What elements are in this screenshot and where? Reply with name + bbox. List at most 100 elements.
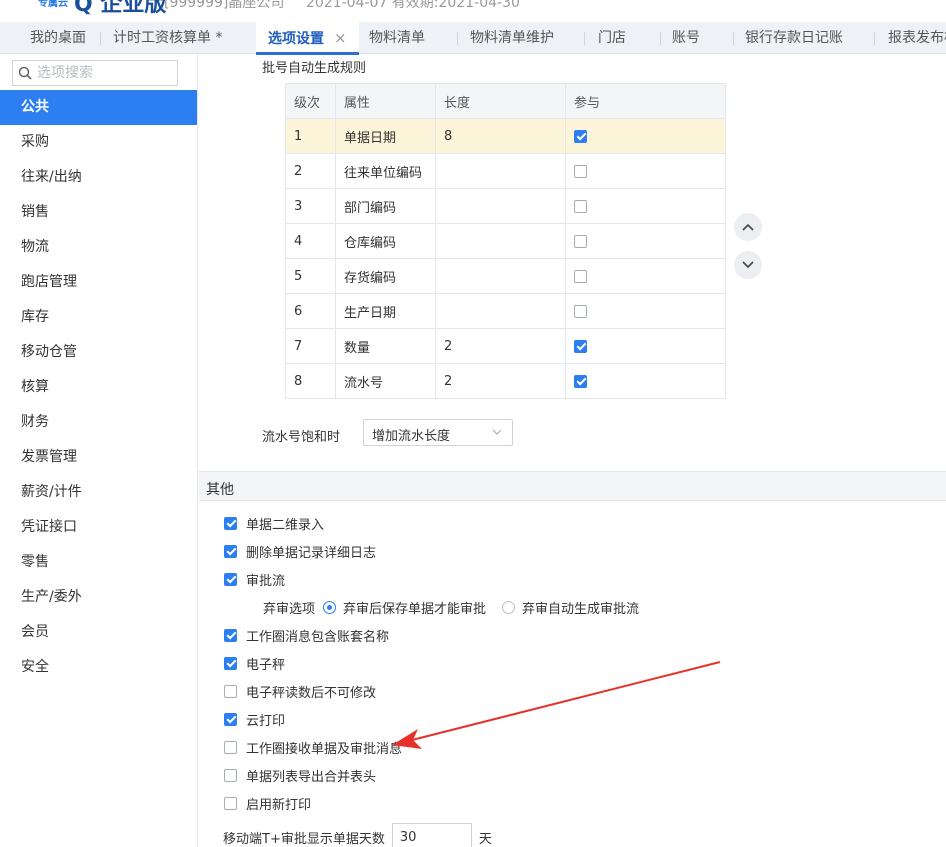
saturation-select[interactable]: 增加流水长度 [363, 419, 513, 446]
attr-cell: 部门编码 [335, 188, 436, 224]
org-name: [999999]晶座公司 [164, 0, 285, 11]
option-cloud-print[interactable]: 云打印 [224, 710, 286, 729]
option-scale-readonly[interactable]: 电子秤读数后不可修改 [224, 682, 376, 701]
mobile-days-row: 移动端T+审批显示单据天数 天 [223, 823, 492, 847]
attr-cell: 流水号 [335, 363, 436, 399]
checkbox[interactable] [224, 628, 237, 642]
checkbox[interactable] [224, 796, 237, 810]
tab-bom[interactable]: 物料清单 [369, 22, 425, 54]
table-row[interactable]: 5 存货编码 [285, 258, 726, 294]
option-label: 云打印 [246, 713, 286, 729]
checkbox[interactable] [224, 656, 237, 670]
sidebar-item-member[interactable]: 会员 [0, 615, 197, 650]
move-up-button[interactable] [734, 213, 762, 241]
sidebar-item-logistics[interactable]: 物流 [0, 230, 197, 265]
participate-checkbox[interactable] [574, 129, 587, 143]
unapprove-radio-2[interactable] [502, 600, 516, 614]
option-include-account-name[interactable]: 工作圈消息包含账套名称 [224, 626, 389, 645]
sidebar: 公共 采购 往来/出纳 销售 物流 跑店管理 库存 移动仓管 核算 财务 发票管… [0, 55, 198, 847]
mobile-days-input[interactable] [391, 823, 472, 847]
length-cell[interactable] [435, 223, 566, 259]
chevron-down-icon [492, 429, 502, 435]
length-cell[interactable] [435, 153, 566, 189]
attr-cell: 生产日期 [335, 293, 436, 329]
close-icon[interactable]: × [334, 29, 347, 47]
option-label: 启用新打印 [246, 797, 312, 813]
length-cell[interactable]: 2 [435, 363, 566, 399]
table-row[interactable]: 6 生产日期 [285, 293, 726, 329]
participate-checkbox[interactable] [574, 199, 587, 213]
tab-hourly-wage[interactable]: 计时工资核算单 * [113, 22, 222, 54]
sidebar-item-voucher[interactable]: 凭证接口 [0, 510, 197, 545]
sidebar-item-purchase[interactable]: 采购 [0, 125, 197, 160]
sidebar-item-mobile-warehouse[interactable]: 移动仓管 [0, 335, 197, 370]
option-scale[interactable]: 电子秤 [224, 654, 286, 673]
option-workcircle-messages[interactable]: 工作圈接收单据及审批消息 [224, 738, 402, 757]
option-delete-log[interactable]: 删除单据记录详细日志 [224, 542, 376, 561]
unapprove-radio-1[interactable] [323, 600, 337, 614]
checkbox[interactable] [224, 712, 237, 726]
length-cell[interactable] [435, 293, 566, 329]
search-input[interactable] [37, 63, 173, 83]
length-cell[interactable]: 2 [435, 328, 566, 364]
length-cell[interactable] [435, 188, 566, 224]
length-cell[interactable] [435, 258, 566, 294]
tab-bom-maintenance[interactable]: 物料清单维护 [470, 22, 554, 54]
participate-checkbox[interactable] [574, 234, 587, 248]
attr-cell: 数量 [335, 328, 436, 364]
sidebar-menu: 公共 采购 往来/出纳 销售 物流 跑店管理 库存 移动仓管 核算 财务 发票管… [0, 90, 197, 685]
sidebar-item-security[interactable]: 安全 [0, 650, 197, 685]
checkbox[interactable] [224, 516, 237, 530]
option-merge-header[interactable]: 单据列表导出合并表头 [224, 766, 377, 785]
tab-report-publish[interactable]: 报表发布构 [888, 22, 946, 54]
unapprove-option-2[interactable]: 弃审自动生成审批流 [522, 598, 639, 617]
option-label: 单据二维录入 [246, 517, 325, 533]
table-row[interactable]: 1 单据日期 8 [285, 118, 726, 154]
participate-checkbox[interactable] [574, 339, 587, 353]
option-new-print[interactable]: 启用新打印 [224, 794, 312, 813]
sidebar-item-inventory[interactable]: 库存 [0, 300, 197, 335]
move-down-button[interactable] [734, 251, 762, 279]
level-cell: 7 [285, 328, 336, 364]
participate-checkbox[interactable] [574, 269, 587, 283]
tab-bank-journal[interactable]: 银行存款日记账 [745, 22, 843, 54]
tab-desktop[interactable]: 我的桌面 [30, 22, 86, 54]
sidebar-item-sales[interactable]: 销售 [0, 195, 197, 230]
participate-checkbox[interactable] [574, 164, 587, 178]
tab-store[interactable]: 门店 [598, 22, 626, 54]
participate-checkbox[interactable] [574, 374, 587, 388]
tab-options[interactable]: 选项设置 × [256, 22, 359, 55]
search-box[interactable] [12, 60, 178, 86]
checkbox[interactable] [224, 684, 237, 698]
option-label: 电子秤 [246, 657, 286, 673]
logo-subtitle: 专属云 [38, 0, 68, 9]
option-approval-flow[interactable]: 审批流 [224, 570, 285, 589]
unapprove-option-1[interactable]: 弃审后保存单据才能审批 [343, 598, 486, 617]
tab-account[interactable]: 账号 [672, 22, 700, 54]
table-row[interactable]: 4 仓库编码 [285, 223, 726, 259]
column-header: 参与 [565, 83, 726, 119]
option-2d-entry[interactable]: 单据二维录入 [224, 514, 325, 533]
sidebar-item-field-sales[interactable]: 跑店管理 [0, 265, 197, 300]
option-label: 单据列表导出合并表头 [246, 769, 377, 785]
participate-checkbox[interactable] [574, 304, 587, 318]
sidebar-item-finance[interactable]: 财务 [0, 405, 197, 440]
sidebar-item-costing[interactable]: 核算 [0, 370, 197, 405]
table-row[interactable]: 7 数量 2 [285, 328, 726, 364]
sidebar-item-public[interactable]: 公共 [0, 90, 197, 125]
sidebar-item-ar-ap[interactable]: 往来/出纳 [0, 160, 197, 195]
table-row[interactable]: 8 流水号 2 [285, 363, 726, 399]
checkbox[interactable] [224, 572, 237, 586]
sidebar-item-payroll[interactable]: 薪资/计件 [0, 475, 197, 510]
sidebar-item-retail[interactable]: 零售 [0, 545, 197, 580]
sidebar-item-invoice[interactable]: 发票管理 [0, 440, 197, 475]
length-cell[interactable]: 8 [435, 118, 566, 154]
logo: Q 企业版 [74, 0, 167, 17]
checkbox[interactable] [224, 768, 237, 782]
table-row[interactable]: 2 往来单位编码 [285, 153, 726, 189]
checkbox[interactable] [224, 544, 237, 558]
checkbox[interactable] [224, 740, 237, 754]
sidebar-item-production[interactable]: 生产/委外 [0, 580, 197, 615]
table-row[interactable]: 3 部门编码 [285, 188, 726, 224]
level-cell: 1 [285, 118, 336, 154]
